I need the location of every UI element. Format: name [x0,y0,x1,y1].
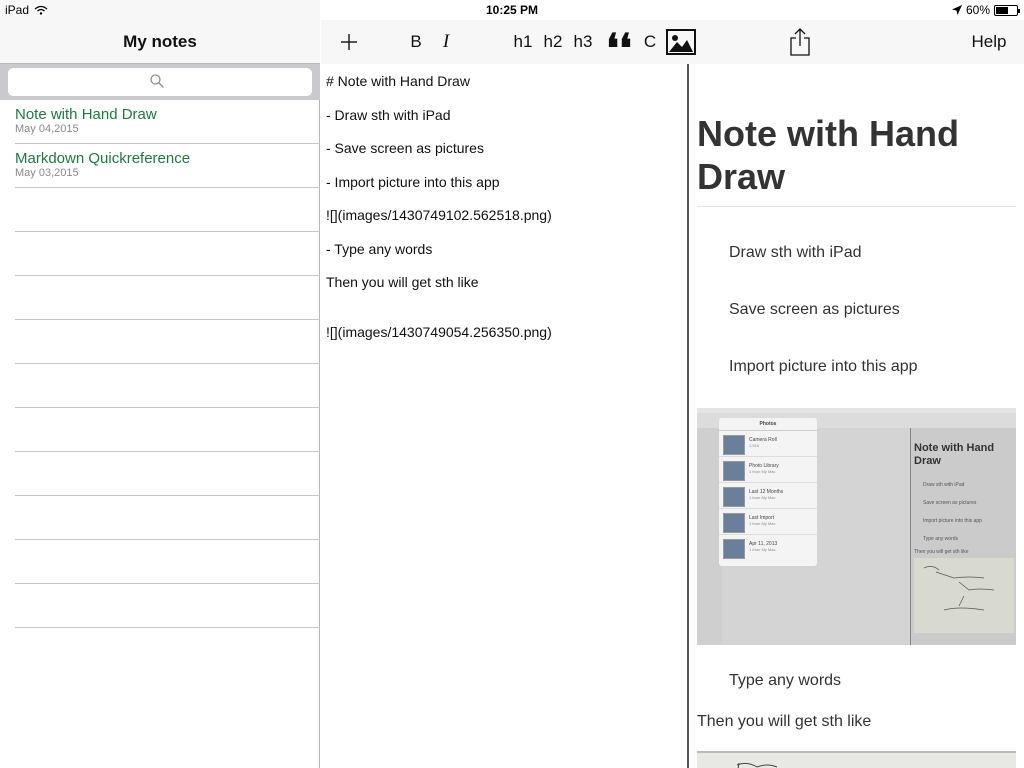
image-icon [666,29,696,55]
search-input[interactable] [8,68,312,96]
hand-drawing-sketch [736,762,778,768]
empty-list-row [15,540,320,584]
empty-list-row [15,364,320,408]
help-button[interactable]: Help [969,20,1009,64]
empty-list-row [15,276,320,320]
mini-photos-popover: Photos Camera Roll 1,516 Photo Library 1… [719,418,817,566]
editor-line: ![](images/1430749102.562518.png) [326,207,552,223]
mini-item: Save screen as pictures [923,500,977,506]
editor-line: - Import picture into this app [326,173,500,190]
preview-list-item: Draw sth with iPad [729,244,862,261]
note-list: Note with Hand Draw May 04,2015 Markdown… [15,100,320,628]
insert-image-button[interactable] [664,20,698,64]
status-time: 10:25 PM [485,3,539,17]
empty-list-row [15,320,320,364]
empty-list-row [15,232,320,276]
mini-item: Import picture into this app [923,518,982,524]
notes-sidebar: My notes Note with Hand Draw May 04,2015… [0,0,320,768]
note-title: Markdown Quickreference [15,150,191,167]
mini-photos-title: Photos [719,418,817,431]
location-arrow-icon [951,5,962,15]
mini-album-row: Apr 11, 2013 1 from My Mac [719,535,817,561]
bold-button[interactable]: B [406,20,426,64]
empty-list-row [15,188,320,232]
mini-heading: Note with Hand Draw [914,442,995,467]
editor-line: # Note with Hand Draw [326,73,470,89]
note-list-item[interactable]: Note with Hand Draw May 04,2015 [15,100,320,144]
embedded-screenshot: Photos Camera Roll 1,516 Photo Library 1… [697,408,1016,645]
mini-item: Type any words [923,536,959,542]
add-note-button[interactable] [337,20,361,64]
h2-button[interactable]: h2 [541,20,565,64]
mini-album-count: 1 from My Mac [749,521,776,526]
preview-image-drawing [697,751,1016,768]
quote-button[interactable]: ❛❛ [601,20,637,71]
preview-paragraph: Then you will get sth like [697,713,872,730]
preview-heading: Note with Hand Draw [697,112,1016,207]
empty-list-row [15,496,320,540]
empty-list-row [15,584,320,628]
mini-album-count: 1 from My Mac [749,547,776,552]
mini-item: Draw sth with iPad [923,482,965,488]
markdown-editor[interactable]: # Note with Hand Draw - Draw sth with iP… [321,64,687,768]
mini-hand-drawing [914,558,1014,633]
sidebar-title: My notes [123,32,197,51]
editor-line: - Type any words [326,240,433,257]
h1-button[interactable]: h1 [511,20,535,64]
status-bar: iPad 10:25 PM 60% [0,0,1024,20]
hand-drawing-sketch [923,566,995,611]
battery-fill [996,6,1008,14]
preview-list-item: Import picture into this app [729,358,918,375]
note-date: May 04,2015 [15,123,79,135]
battery-percent: 60% [965,3,990,17]
editor-line: - Save screen as pictures [326,140,484,156]
note-list-item[interactable]: Markdown Quickreference May 03,2015 [15,144,320,188]
editor-line: Then you will get sth like [326,274,479,290]
mini-item: Then you will get sth like [914,549,969,555]
editor-line: - Draw sth with iPad [326,106,451,123]
editor-line: ![](images/1430749054.256350.png) [326,324,552,340]
preview-list-item: Save screen as pictures [729,301,900,318]
empty-list-row [15,452,320,496]
note-date: May 03,2015 [15,167,79,179]
mini-album-count: 1 from My Mac [749,469,776,474]
code-button[interactable]: C [641,20,659,64]
markdown-preview: Note with Hand Draw Draw sth with iPad S… [689,64,1024,768]
mini-album-count: 1,516 [749,443,760,448]
mini-album-row: Photo Library 1 from My Mac [719,457,817,483]
preview-list-item: Type any words [729,672,842,689]
share-icon [790,28,810,56]
battery-icon [994,4,1020,16]
share-button[interactable] [788,20,812,64]
preview-list: Draw sth with iPad Save screen as pictur… [729,244,1016,376]
editor-toolbar: B I h1 h2 h3 ❛❛ C Help [321,20,1024,71]
mini-album-count: 1 from My Mac [749,495,776,500]
note-title: Note with Hand Draw [15,106,157,123]
h3-button[interactable]: h3 [571,20,595,64]
preview-image-screenshot: Photos Camera Roll 1,516 Photo Library 1… [697,408,1016,645]
mini-album-row: Last 12 Months 1 from My Mac [719,483,817,509]
mini-album-row: Camera Roll 1,516 [719,431,817,457]
plus-icon [341,34,357,50]
italic-button[interactable]: I [437,20,455,64]
empty-list-row [15,408,320,452]
search-bar [0,64,320,100]
mini-album-row: Last Import 1 from My Mac [719,509,817,535]
